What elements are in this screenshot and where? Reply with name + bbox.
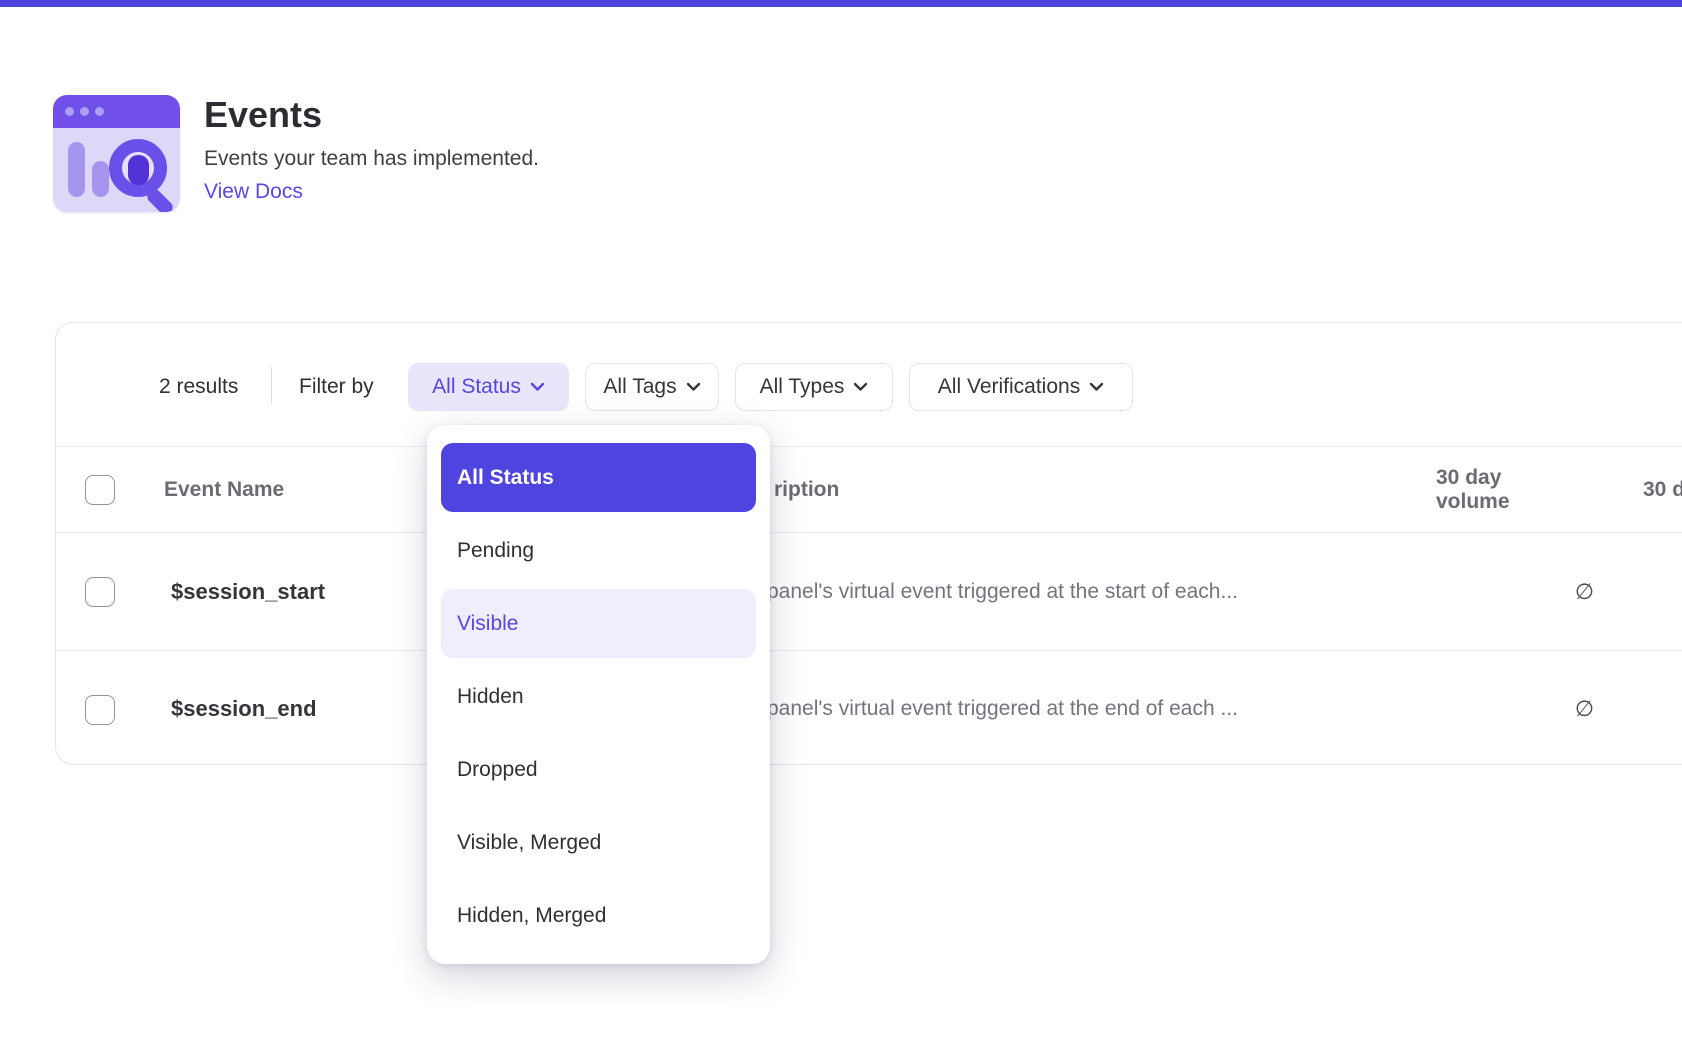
magnifier-center-icon	[128, 155, 149, 185]
column-header-30-day-volume: 30 day volume	[1436, 447, 1573, 532]
filter-button-label: All Verifications	[938, 375, 1080, 399]
table-row[interactable]: $session_start panel's virtual event tri…	[56, 533, 1682, 651]
toolbar-divider	[271, 367, 272, 403]
chevron-down-icon	[1089, 382, 1104, 392]
dropdown-item-pending[interactable]: Pending	[441, 516, 756, 585]
chevron-down-icon	[686, 382, 701, 392]
browser-dot-icon	[65, 107, 74, 116]
chevron-down-icon	[530, 382, 545, 392]
filter-button-tags[interactable]: All Tags	[585, 363, 719, 411]
chart-bar-icon	[68, 142, 85, 197]
status-filter-dropdown: All Status Pending Visible Hidden Droppe…	[427, 425, 770, 964]
chart-bar-icon	[92, 161, 109, 197]
filter-by-label: Filter by	[299, 375, 374, 399]
page-title: Events	[204, 94, 322, 136]
dropdown-item-visible[interactable]: Visible	[441, 589, 756, 658]
column-header-description: ription	[774, 447, 839, 532]
event-description-cell: panel's virtual event triggered at the s…	[767, 533, 1238, 650]
page-subtitle: Events your team has implemented.	[204, 147, 539, 171]
dropdown-item-all-status[interactable]: All Status	[441, 443, 756, 512]
dropdown-item-dropped[interactable]: Dropped	[441, 735, 756, 804]
table-header-row: Event Name ription 30 day volume 30 d	[56, 446, 1682, 533]
table-row[interactable]: $session_end panel's virtual event trigg…	[56, 651, 1682, 766]
dropdown-item-hidden[interactable]: Hidden	[441, 662, 756, 731]
events-page-icon	[53, 95, 180, 212]
filter-button-status[interactable]: All Status	[408, 363, 569, 411]
filter-button-label: All Types	[760, 375, 845, 399]
events-page: { "page": { "title": "Events", "subtitle…	[0, 0, 1682, 1046]
chevron-down-icon	[853, 382, 868, 392]
browser-dot-icon	[80, 107, 89, 116]
row-checkbox[interactable]	[85, 695, 115, 725]
row-checkbox[interactable]	[85, 577, 115, 607]
select-all-checkbox[interactable]	[85, 475, 115, 505]
filter-button-verifications[interactable]: All Verifications	[909, 363, 1133, 411]
dropdown-item-hidden-merged[interactable]: Hidden, Merged	[441, 881, 756, 950]
events-card: 2 results Filter by All Status All Tags …	[55, 322, 1682, 765]
volume-cell: ∅	[1526, 533, 1594, 650]
event-description-cell: panel's virtual event triggered at the e…	[767, 651, 1238, 766]
event-name-cell[interactable]: $session_start	[171, 533, 325, 650]
results-count: 2 results	[159, 375, 238, 399]
column-header-event-name: Event Name	[164, 447, 284, 532]
event-name-cell[interactable]: $session_end	[171, 651, 317, 766]
filter-button-label: All Status	[432, 375, 521, 399]
filter-button-label: All Tags	[603, 375, 676, 399]
top-accent-bar	[0, 0, 1682, 7]
volume-cell: ∅	[1526, 651, 1594, 766]
column-header-clipped: 30 d	[1643, 447, 1682, 532]
dropdown-item-visible-merged[interactable]: Visible, Merged	[441, 808, 756, 877]
browser-dot-icon	[95, 107, 104, 116]
view-docs-link[interactable]: View Docs	[204, 180, 303, 204]
filter-button-types[interactable]: All Types	[735, 363, 893, 411]
